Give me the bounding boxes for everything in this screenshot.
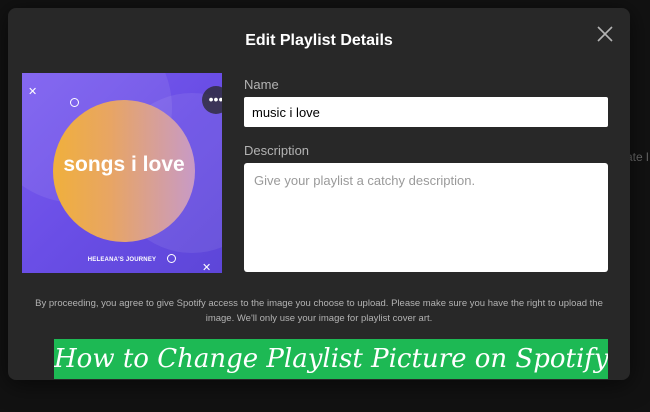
edit-playlist-dialog: Edit Playlist Details songs i love HELEA… — [8, 8, 630, 380]
description-label: Description — [244, 143, 310, 158]
name-label: Name — [244, 77, 279, 92]
cover-x-decor-icon: ✕ — [202, 262, 212, 274]
cover-ring-decor-icon — [70, 98, 79, 107]
cover-ring-decor-icon — [167, 254, 176, 263]
disclaimer-text: By proceeding, you agree to give Spotify… — [35, 298, 603, 324]
description-input[interactable] — [244, 163, 608, 272]
cover-x-decor-icon: ✕ — [28, 86, 38, 98]
more-options-icon[interactable]: ••• — [202, 86, 222, 114]
cover-title: songs i love — [63, 153, 185, 176]
playlist-cover-image[interactable]: songs i love HELEANA'S JOURNEY ✕ ✕ ••• — [22, 73, 222, 273]
caption-banner: How to Change Playlist Picture on Spotif… — [54, 339, 608, 379]
name-input[interactable] — [244, 97, 608, 127]
dialog-title: Edit Playlist Details — [245, 32, 393, 49]
close-icon[interactable] — [596, 25, 614, 43]
cover-subtitle: HELEANA'S JOURNEY — [87, 257, 157, 263]
